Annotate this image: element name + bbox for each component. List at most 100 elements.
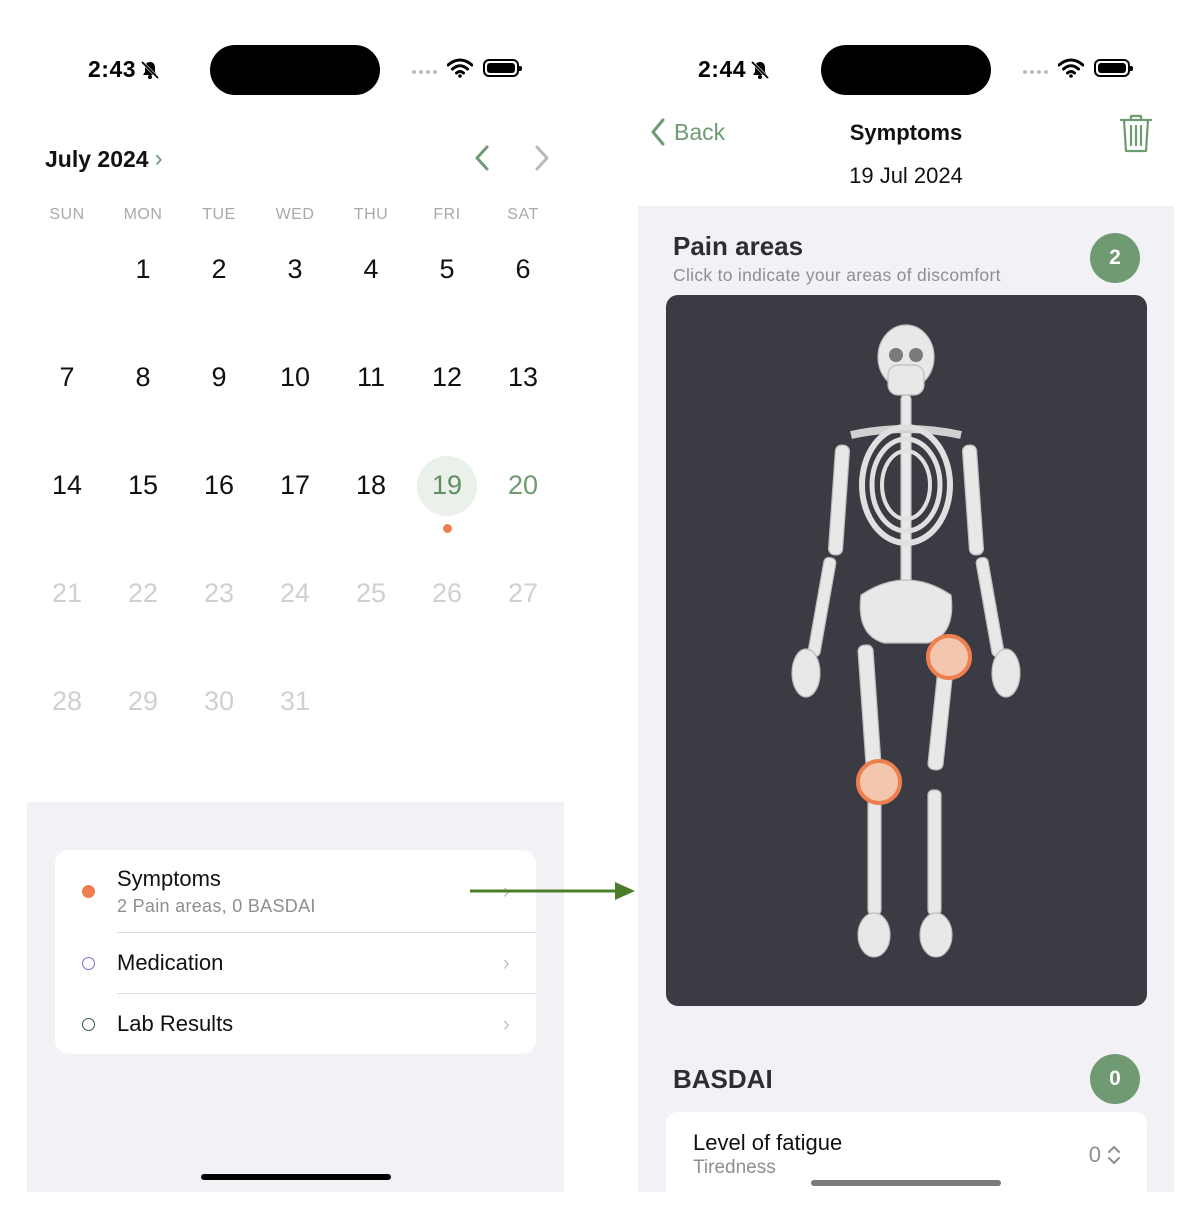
calendar-day-future: 26 xyxy=(431,578,463,608)
weekday-header: SUN MON TUE WED THU FRI SAT xyxy=(29,206,561,224)
calendar-day-future: 21 xyxy=(51,578,83,608)
symptoms-dot-icon xyxy=(82,884,95,898)
day-detail-sheet: Symptoms 2 Pain areas, 0 BASDAI › Medica… xyxy=(27,802,564,1192)
weekday-label: TUE xyxy=(202,206,236,223)
chevron-right-icon: › xyxy=(154,145,163,172)
calendar-day[interactable]: 1 xyxy=(105,232,181,340)
chevron-right-icon: › xyxy=(502,950,510,975)
calendar-day[interactable]: 7 xyxy=(29,340,105,448)
calendar-day-future: 25 xyxy=(355,578,387,608)
calendar-day[interactable]: 10 xyxy=(257,340,333,448)
page-title: Symptoms xyxy=(849,120,963,145)
signal-icon xyxy=(1023,70,1048,74)
calendar-day[interactable]: 13 xyxy=(485,340,561,448)
calendar-day[interactable]: 6 xyxy=(485,232,561,340)
calendar-grid: 1 2 3 4 5 6 7 8 9 10 11 12 13 14 15 16 1… xyxy=(29,232,561,772)
calendar-screen: 2:43 July 2024 › SUN MON TUE WED THU FRI… xyxy=(27,0,564,1192)
calendar-day[interactable]: 14 xyxy=(29,448,105,556)
chevron-right-icon xyxy=(535,145,549,171)
month-picker[interactable]: July 2024 › xyxy=(45,145,163,173)
question-title: Level of fatigue xyxy=(693,1130,843,1155)
home-indicator xyxy=(201,1174,391,1180)
fatigue-level-picker[interactable]: 0 xyxy=(1089,1142,1121,1168)
status-bar-time: 2:43 xyxy=(88,56,160,83)
calendar-day-future: 27 xyxy=(507,578,539,608)
calendar-day[interactable]: 20 xyxy=(485,448,561,556)
battery-icon xyxy=(483,59,522,77)
calendar-day-future: 28 xyxy=(51,686,83,716)
calendar-day-future: 29 xyxy=(127,686,159,716)
delete-button[interactable] xyxy=(1118,114,1154,154)
symptoms-summary: 2 Pain areas, 0 BASDAI xyxy=(117,895,316,916)
medication-circle-icon xyxy=(82,956,95,970)
calendar-day[interactable]: 9 xyxy=(181,340,257,448)
symptoms-screen: 2:44 Back Symptoms 19 Jul 2024 Pain area… xyxy=(638,0,1174,1192)
weekday-label: WED xyxy=(275,206,315,223)
silent-bell-icon xyxy=(750,60,770,79)
lab-results-circle-icon xyxy=(82,1017,95,1031)
flow-arrow-icon xyxy=(470,882,635,900)
weekday-label: SUN xyxy=(49,206,85,223)
calendar-day[interactable]: 5 xyxy=(409,232,485,340)
wifi-icon xyxy=(1058,58,1084,78)
calendar-day-selected[interactable]: 19 xyxy=(409,448,485,556)
day-entries-list: Symptoms 2 Pain areas, 0 BASDAI › Medica… xyxy=(55,850,536,1054)
symptoms-row[interactable]: Symptoms 2 Pain areas, 0 BASDAI › xyxy=(55,850,536,932)
status-icons xyxy=(412,58,522,78)
pain-marker-left-hip[interactable] xyxy=(926,634,972,680)
time-text: 2:43 xyxy=(88,56,137,82)
wifi-icon xyxy=(447,58,473,78)
month-label: July 2024 xyxy=(45,145,149,172)
basdai-title: BASDAI xyxy=(673,1064,773,1094)
calendar-day-future: 30 xyxy=(203,686,235,716)
calendar-day[interactable]: 8 xyxy=(105,340,181,448)
body-map[interactable] xyxy=(666,295,1147,1006)
home-indicator xyxy=(811,1180,1001,1186)
calendar-day[interactable]: 12 xyxy=(409,340,485,448)
calendar-day-future: 24 xyxy=(279,578,311,608)
calendar-day[interactable]: 18 xyxy=(333,448,409,556)
calendar-day[interactable]: 17 xyxy=(257,448,333,556)
picker-value: 0 xyxy=(1088,1142,1101,1167)
calendar-day[interactable]: 2 xyxy=(181,232,257,340)
battery-icon xyxy=(1094,59,1133,77)
page-date: 19 Jul 2024 xyxy=(849,163,963,188)
trash-icon xyxy=(1119,114,1153,153)
dynamic-island xyxy=(210,45,380,95)
medication-title: Medication xyxy=(117,950,224,975)
dynamic-island xyxy=(821,45,991,95)
calendar-day-future: 31 xyxy=(279,686,311,716)
basdai-count-badge: 0 xyxy=(1090,1054,1140,1104)
calendar-day[interactable]: 11 xyxy=(333,340,409,448)
status-icons xyxy=(1023,58,1133,78)
calendar-day[interactable]: 16 xyxy=(181,448,257,556)
weekday-label: FRI xyxy=(433,206,461,223)
weekday-label: MON xyxy=(123,206,163,223)
calendar-day-future: 22 xyxy=(127,578,159,608)
chevron-right-icon: › xyxy=(502,1011,510,1036)
calendar-day[interactable]: 4 xyxy=(333,232,409,340)
next-month-button[interactable] xyxy=(524,140,560,176)
lab-results-row[interactable]: Lab Results › xyxy=(55,994,536,1054)
skeleton-illustration xyxy=(791,324,1021,958)
silent-bell-icon xyxy=(140,60,160,79)
symptoms-content: Pain areas Click to indicate your areas … xyxy=(638,206,1174,1192)
weekday-label: SAT xyxy=(507,206,539,223)
calendar-day[interactable]: 15 xyxy=(105,448,181,556)
pain-areas-count-badge: 2 xyxy=(1090,233,1140,283)
chevron-up-down-icon xyxy=(1108,1145,1120,1165)
symptoms-title: Symptoms xyxy=(117,865,221,891)
weekday-label: THU xyxy=(353,206,389,223)
pain-marker-right-knee[interactable] xyxy=(856,759,902,805)
time-text: 2:44 xyxy=(698,56,747,82)
pain-areas-subtitle: Click to indicate your areas of discomfo… xyxy=(673,265,1001,285)
calendar-day[interactable]: 3 xyxy=(257,232,333,340)
calendar-empty-cell xyxy=(29,232,105,340)
prev-month-button[interactable] xyxy=(464,140,500,176)
pain-areas-title: Pain areas xyxy=(673,231,804,261)
medication-row[interactable]: Medication › xyxy=(55,933,536,993)
question-subtitle: Tiredness xyxy=(693,1157,776,1178)
signal-icon xyxy=(412,70,437,74)
chevron-left-icon xyxy=(475,145,489,171)
calendar-day-future: 23 xyxy=(203,578,235,608)
